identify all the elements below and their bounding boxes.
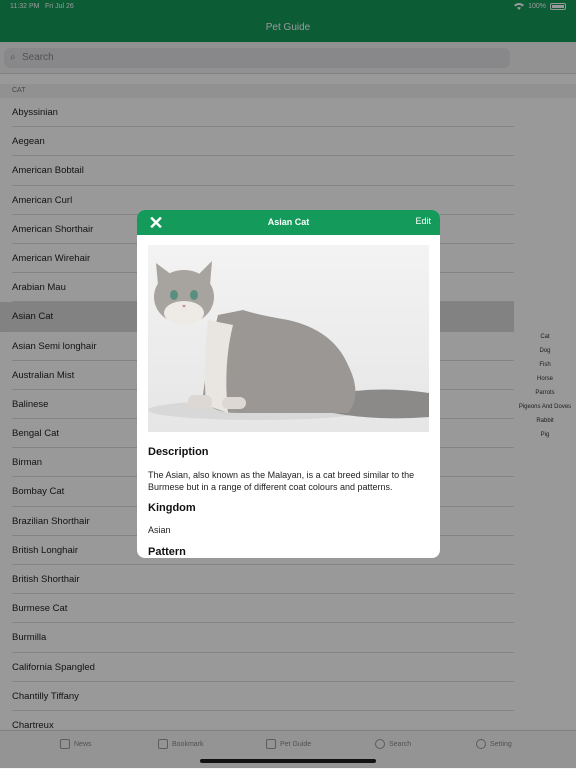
kingdom-heading: Kingdom: [148, 502, 196, 514]
modal-title: Asian Cat: [267, 217, 310, 227]
edit-button[interactable]: Edit: [415, 216, 431, 226]
description-heading: Description: [148, 446, 209, 458]
kingdom-value: Asian: [148, 525, 171, 535]
modal-header: ✕ Asian Cat Edit: [137, 210, 440, 235]
home-indicator: [200, 759, 376, 763]
breed-detail-modal: ✕ Asian Cat Edit Description The Asian, …: [137, 210, 440, 558]
cat-photo: [148, 245, 429, 432]
description-text: The Asian, also known as the Malayan, is…: [148, 470, 415, 492]
pattern-heading: Pattern: [148, 546, 186, 558]
